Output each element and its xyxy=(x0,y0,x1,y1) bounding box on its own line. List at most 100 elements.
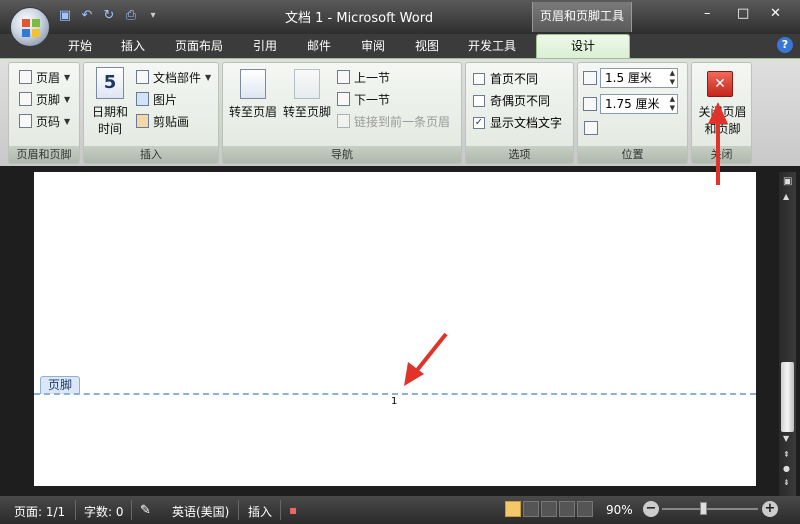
tab-insert[interactable]: 插入 xyxy=(121,37,145,54)
header-position-spinner[interactable]: 1.5 厘米 ▲ ▼ xyxy=(583,68,678,88)
calendar-icon: 5 xyxy=(96,67,124,99)
divider xyxy=(75,500,76,520)
maximize-button[interactable]: □ xyxy=(737,6,749,21)
quick-parts-icon xyxy=(136,70,149,84)
tab-page-layout[interactable]: 页面布局 xyxy=(175,37,223,54)
next-page-icon[interactable]: ⇟ xyxy=(783,478,790,487)
checkbox-box xyxy=(473,94,485,107)
vertical-scrollbar[interactable]: ▣ ▲ ▼ ⇞ ● ⇟ xyxy=(779,172,796,496)
save-icon[interactable]: ▣ xyxy=(56,8,74,24)
tab-review[interactable]: 审阅 xyxy=(361,37,385,54)
tab-developer[interactable]: 开发工具 xyxy=(468,37,516,54)
ruler-toggle-icon[interactable]: ▣ xyxy=(783,176,792,187)
annotation-arrow-close xyxy=(708,102,728,185)
first-page-different-checkbox[interactable]: 首页不同 xyxy=(473,70,538,87)
zoom-slider-thumb[interactable] xyxy=(700,502,707,515)
footer-tag: 页脚 xyxy=(40,376,80,394)
show-document-text-checkbox[interactable]: ✓ 显示文档文字 xyxy=(473,114,562,131)
outline-view-icon[interactable] xyxy=(559,501,575,517)
dropdown-arrow-icon: ▼ xyxy=(64,116,71,126)
goto-header-icon xyxy=(240,69,266,99)
web-layout-view-icon[interactable] xyxy=(541,501,557,517)
divider xyxy=(238,500,239,520)
annotation-arrow-page-number xyxy=(404,332,448,386)
header-button[interactable]: 页眉 ▼ xyxy=(19,67,70,87)
picture-button[interactable]: 图片 xyxy=(136,89,177,109)
header-position-input[interactable]: 1.5 厘米 ▲ ▼ xyxy=(600,68,678,88)
group-label: 导航 xyxy=(223,146,461,163)
dropdown-arrow-icon: ▼ xyxy=(64,72,71,82)
tab-mailings[interactable]: 邮件 xyxy=(307,37,331,54)
link-to-previous-button[interactable]: 链接到前一条页眉 xyxy=(337,111,450,131)
group-insert: 5 日期和 时间 文档部件 ▼ 图片 剪贴画 插入 xyxy=(83,62,219,164)
previous-section-button[interactable]: 上一节 xyxy=(337,67,390,87)
footer-position-input[interactable]: 1.75 厘米 ▲ ▼ xyxy=(600,94,678,114)
status-words[interactable]: 字数: 0 xyxy=(84,503,124,520)
tab-design[interactable]: 设计 xyxy=(536,34,630,59)
office-logo-icon xyxy=(22,19,40,37)
title-bar: ▣ ↶ ↻ ⎙ ▾ 文档 1 - Microsoft Word 页眉和页脚工具 … xyxy=(0,0,800,34)
proofing-icon[interactable]: ✎ xyxy=(140,503,151,518)
group-navigation: 转至页眉 转至页脚 上一节 下一节 链接到前一条页眉 导航 xyxy=(222,62,462,164)
draft-view-icon[interactable] xyxy=(577,501,593,517)
header-position-icon xyxy=(583,71,597,85)
customize-qat-icon[interactable]: ▾ xyxy=(144,8,162,24)
tab-home[interactable]: 开始 xyxy=(68,37,92,54)
goto-header-button[interactable]: 转至页眉 xyxy=(227,69,279,120)
quick-parts-button[interactable]: 文档部件 ▼ xyxy=(136,67,211,87)
footer-button[interactable]: 页脚 ▼ xyxy=(19,89,70,109)
scroll-down-icon[interactable]: ▼ xyxy=(783,434,789,443)
goto-footer-icon xyxy=(294,69,320,99)
select-browse-object-icon[interactable]: ● xyxy=(783,464,790,473)
zoom-slider[interactable] xyxy=(662,508,758,510)
clip-art-button[interactable]: 剪贴画 xyxy=(136,111,189,131)
zoom-level[interactable]: 90% xyxy=(606,503,633,517)
status-insert-mode[interactable]: 插入 xyxy=(248,503,272,520)
contextual-tab-title: 页眉和页脚工具 xyxy=(532,2,632,32)
group-label: 页眉和页脚 xyxy=(9,146,79,163)
divider xyxy=(131,500,132,520)
redo-icon[interactable]: ↻ xyxy=(100,8,118,24)
view-buttons xyxy=(505,501,593,517)
spinner-arrows-icon[interactable]: ▲ ▼ xyxy=(670,95,675,113)
footer-position-spinner[interactable]: 1.75 厘米 ▲ ▼ xyxy=(583,94,678,114)
undo-icon[interactable]: ↶ xyxy=(78,8,96,24)
checkbox-box xyxy=(473,72,485,85)
status-bar: 页面: 1/1 字数: 0 ✎ 英语(美国) 插入 ▪ 90% − + xyxy=(0,496,800,524)
full-screen-reading-view-icon[interactable] xyxy=(523,501,539,517)
header-icon xyxy=(19,70,32,84)
page-number-field[interactable]: 1 xyxy=(391,396,397,407)
date-time-button[interactable]: 5 日期和 时间 xyxy=(88,67,132,137)
scroll-up-icon[interactable]: ▲ xyxy=(783,192,789,201)
minimize-button[interactable]: – xyxy=(704,6,711,21)
group-label: 位置 xyxy=(578,146,687,163)
document-page[interactable]: 页脚 1 xyxy=(34,172,756,486)
next-section-button[interactable]: 下一节 xyxy=(337,89,390,109)
zoom-in-icon[interactable]: + xyxy=(762,501,778,517)
ribbon: 页眉 ▼ 页脚 ▼ 页码 ▼ 页眉和页脚 5 日期和 时间 文档部件 ▼ 图片 xyxy=(0,58,800,166)
help-icon[interactable]: ? xyxy=(777,37,793,53)
page-number-button[interactable]: 页码 ▼ xyxy=(19,111,70,131)
status-language[interactable]: 英语(美国) xyxy=(172,503,229,520)
group-position: 1.5 厘米 ▲ ▼ 1.75 厘米 ▲ ▼ 位置 xyxy=(577,62,688,164)
close-header-footer-icon[interactable]: ✕ xyxy=(707,71,733,97)
tab-references[interactable]: 引用 xyxy=(253,37,277,54)
odd-even-different-checkbox[interactable]: 奇偶页不同 xyxy=(473,92,550,109)
footer-boundary-line xyxy=(34,393,756,395)
close-window-button[interactable]: ✕ xyxy=(770,6,781,21)
office-button[interactable] xyxy=(10,7,50,47)
ribbon-tabs: 开始 插入 页面布局 引用 邮件 审阅 视图 开发工具 设计 ? xyxy=(0,34,800,59)
quick-access-toolbar: ▣ ↶ ↻ ⎙ ▾ xyxy=(56,8,162,24)
print-layout-view-icon[interactable] xyxy=(505,501,521,517)
tab-view[interactable]: 视图 xyxy=(415,37,439,54)
spinner-arrows-icon[interactable]: ▲ ▼ xyxy=(670,69,675,87)
insert-alignment-tab-icon[interactable] xyxy=(584,121,598,135)
status-page[interactable]: 页面: 1/1 xyxy=(14,503,65,520)
picture-icon xyxy=(136,92,149,106)
previous-page-icon[interactable]: ⇞ xyxy=(783,450,790,459)
macro-record-icon[interactable]: ▪ xyxy=(289,503,297,517)
print-preview-icon[interactable]: ⎙ xyxy=(122,8,140,24)
scrollbar-thumb[interactable] xyxy=(781,362,794,432)
goto-footer-button[interactable]: 转至页脚 xyxy=(281,69,333,120)
zoom-out-icon[interactable]: − xyxy=(643,501,659,517)
